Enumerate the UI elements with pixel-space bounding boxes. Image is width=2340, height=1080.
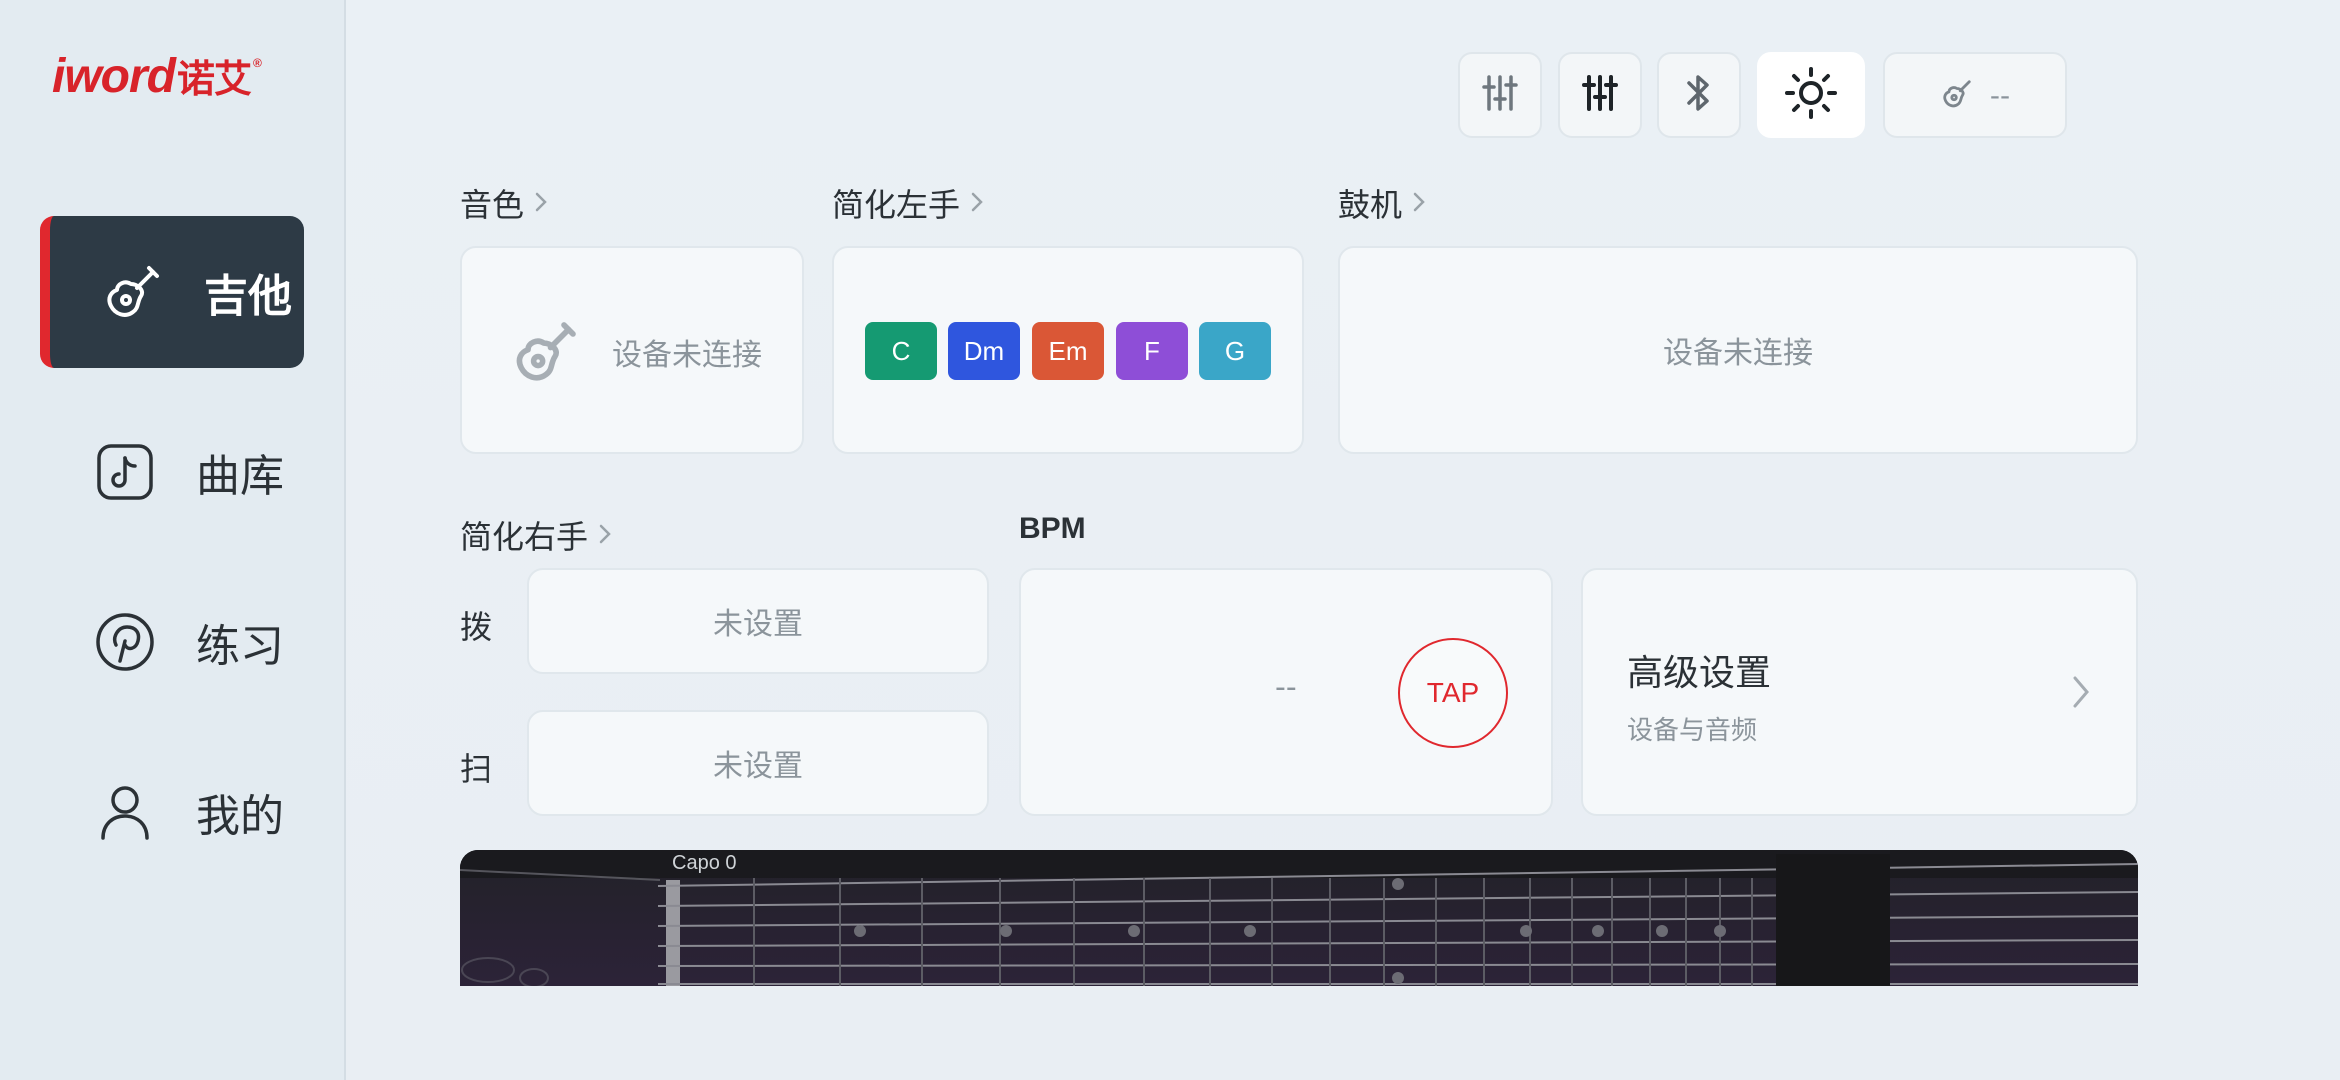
advanced-subtitle: 设备与音频 (1627, 716, 1758, 746)
strum-select[interactable]: 未设置 (527, 710, 989, 816)
chevron-right-icon (1412, 184, 1426, 222)
tap-button[interactable]: TAP (1398, 638, 1508, 748)
advanced-settings-card[interactable]: 高级设置 设备与音频 (1581, 568, 2138, 816)
sidebar-item-label: 曲库 (196, 451, 284, 502)
tone-title-text: 音色 (460, 186, 525, 224)
brightness-button[interactable] (1757, 52, 1865, 138)
chevron-right-icon (970, 184, 984, 222)
chord-dm[interactable]: Dm (948, 322, 1020, 380)
bluetooth-button[interactable] (1657, 52, 1741, 138)
logo-cn: 诺艾 (177, 59, 252, 101)
pluck-value: 未设置 (713, 607, 803, 642)
tiktok-music-icon (90, 437, 160, 507)
sidebar-item-library[interactable]: 曲库 (40, 396, 304, 548)
device-status: -- (1989, 78, 2011, 112)
tone-status: 设备未连接 (612, 338, 762, 373)
mixer-button[interactable] (1558, 52, 1642, 138)
brightness-icon (1783, 65, 1839, 125)
sidebar-item-label: 吉他 (204, 271, 292, 322)
equalizer-sliders-icon (1482, 73, 1518, 117)
drum-status: 设备未连接 (1663, 336, 1813, 371)
sidebar: iword 诺艾 ® 吉他 曲库 练习 我的 (0, 0, 346, 1080)
sidebar-item-practice[interactable]: 练习 (40, 566, 304, 718)
pluck-select[interactable]: 未设置 (527, 568, 989, 674)
drum-title[interactable]: 鼓机 (1338, 180, 1426, 226)
drum-card[interactable]: 设备未连接 (1338, 246, 2138, 454)
guitar-icon (98, 257, 168, 327)
pinterest-icon (90, 607, 160, 677)
sidebar-item-label: 练习 (196, 621, 284, 672)
bpm-title: BPM (1019, 512, 1086, 545)
iword-logo: iword 诺艾 ® (52, 48, 262, 108)
left-hand-title-text: 简化左手 (832, 186, 961, 224)
guitar-icon (510, 316, 582, 392)
chord-em[interactable]: Em (1032, 322, 1104, 380)
bluetooth-icon (1685, 71, 1713, 119)
chord-g[interactable]: G (1199, 322, 1271, 380)
strum-label: 扫 (460, 750, 493, 788)
chevron-right-icon (534, 184, 548, 222)
logo-brand: iword (52, 50, 176, 103)
left-hand-title[interactable]: 简化左手 (832, 180, 984, 226)
guitar-device-button[interactable]: -- (1883, 52, 2067, 138)
sidebar-item-mine[interactable]: 我的 (40, 736, 304, 888)
chord-c[interactable]: C (865, 322, 937, 380)
capo-label: Capo 0 (672, 852, 737, 874)
sidebar-item-label: 我的 (196, 791, 284, 842)
drum-title-text: 鼓机 (1338, 186, 1403, 224)
logo-reg: ® (253, 56, 262, 70)
chord-f[interactable]: F (1116, 322, 1188, 380)
bpm-value: -- (1275, 670, 1297, 705)
sidebar-item-guitar[interactable]: 吉他 (40, 216, 304, 368)
mixer-sliders-icon (1582, 73, 1618, 117)
pluck-label: 拨 (460, 608, 493, 646)
equalizer-button[interactable] (1458, 52, 1542, 138)
user-icon (90, 777, 160, 847)
guitar-device-icon (1940, 75, 1976, 115)
strum-value: 未设置 (713, 749, 803, 784)
chevron-right-icon (598, 516, 612, 554)
chevron-right-icon (2071, 674, 2091, 714)
tone-card[interactable]: 设备未连接 (460, 246, 804, 454)
tone-title[interactable]: 音色 (460, 180, 548, 226)
fretboard[interactable]: Capo 0 (460, 850, 2138, 986)
advanced-title: 高级设置 (1627, 653, 1772, 694)
right-hand-title-text: 简化右手 (460, 518, 589, 556)
right-hand-title[interactable]: 简化右手 (460, 512, 612, 558)
